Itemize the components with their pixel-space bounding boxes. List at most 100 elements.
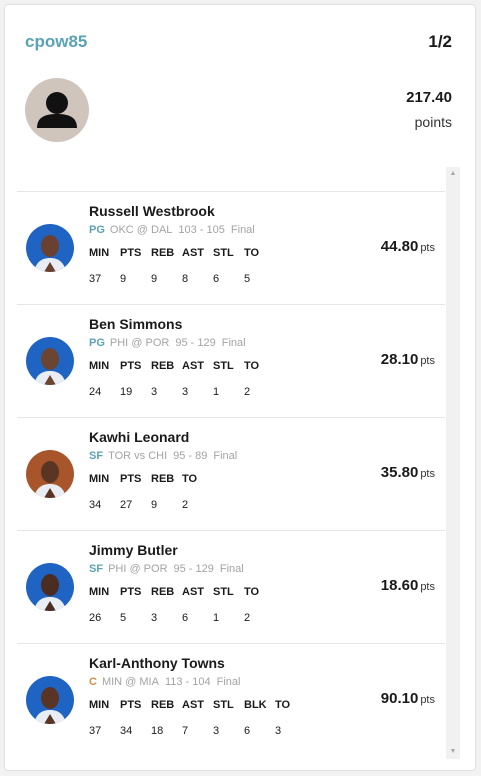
- stat-header: AST: [182, 247, 204, 259]
- player-list[interactable]: Russell Westbrook PG OKC @ DAL 103 - 105 Fin…: [17, 167, 445, 759]
- player-row[interactable]: Russell Westbrook PG OKC @ DAL 103 - 105 Fin…: [17, 191, 445, 304]
- matchup: MIN @ MIA: [101, 676, 159, 688]
- arrow-down-icon[interactable]: ▼: [446, 745, 460, 759]
- stat-header: AST: [182, 699, 204, 711]
- stat-value: 1: [213, 386, 220, 398]
- stat-header: PTS: [120, 586, 142, 598]
- stat-value: 6: [213, 273, 220, 285]
- player-points-value: 28.10: [380, 351, 419, 368]
- game-status: Final: [216, 676, 241, 688]
- stat-header: MIN: [89, 473, 110, 485]
- game-score: 95 - 129: [175, 337, 216, 349]
- stat-header: STL: [213, 586, 234, 598]
- game-score: 95 - 89: [173, 450, 208, 462]
- player-name[interactable]: Russell Westbrook: [89, 203, 215, 219]
- player-points-unit: pts: [420, 242, 435, 254]
- matchup: PHI @ POR: [108, 563, 168, 575]
- stat-value: 34: [120, 725, 133, 737]
- stat-value: 3: [275, 725, 282, 737]
- stat-header: REB: [151, 247, 175, 259]
- stat-value: 1: [213, 612, 220, 624]
- stat-header: REB: [151, 473, 175, 485]
- stat-header: PTS: [120, 360, 142, 372]
- stat-value: 5: [120, 612, 127, 624]
- total-points-label: points: [414, 114, 452, 130]
- matchup: OKC @ DAL: [109, 224, 173, 236]
- total-points-value: 217.40: [406, 89, 452, 106]
- stat-header: PTS: [120, 473, 142, 485]
- stat-value: 3: [151, 386, 158, 398]
- game-info: SF PHI @ POR 95 - 129 Final: [89, 563, 244, 575]
- game-score: 113 - 104: [164, 676, 211, 688]
- stat-value: 7: [182, 725, 189, 737]
- player-points: 90.10 pts: [381, 690, 435, 708]
- stat-value: 3: [151, 612, 158, 624]
- stat-value: 18: [151, 725, 164, 737]
- stat-value: 6: [244, 725, 251, 737]
- stat-header: TO: [275, 699, 291, 711]
- player-headshot-icon: [26, 224, 74, 272]
- stat-header: MIN: [89, 586, 110, 598]
- stat-value: 3: [182, 386, 189, 398]
- player-headshot-icon: [26, 676, 74, 724]
- position-badge: SF: [89, 450, 104, 462]
- stat-header: AST: [182, 586, 204, 598]
- stat-header: STL: [213, 699, 234, 711]
- player-name[interactable]: Kawhi Leonard: [89, 429, 189, 445]
- game-status: Final: [219, 563, 244, 575]
- stat-value: 6: [182, 612, 189, 624]
- player-points: 18.60 pts: [381, 577, 435, 595]
- stat-table: MIN PTS REB AST STL TO 26 5 3 6 1 2: [89, 586, 275, 630]
- stat-value: 19: [120, 386, 133, 398]
- stat-header: BLK: [244, 699, 267, 711]
- player-headshot-icon: [26, 450, 74, 498]
- stat-table: MIN PTS REB AST STL TO 37 9 9 8 6 5: [89, 247, 275, 291]
- stat-value: 2: [244, 612, 251, 624]
- game-info: PG OKC @ DAL 103 - 105 Final: [89, 224, 255, 236]
- position-badge: SF: [89, 563, 104, 575]
- player-points-value: 90.10: [380, 690, 419, 707]
- stat-header: AST: [182, 360, 204, 372]
- player-name[interactable]: Ben Simmons: [89, 316, 182, 332]
- stat-table: MIN PTS REB AST STL BLK TO 37 34 18 7 3 6 3: [89, 699, 306, 743]
- player-points-value: 18.60: [380, 577, 419, 594]
- stat-value: 24: [89, 386, 102, 398]
- stat-header: STL: [213, 247, 234, 259]
- player-name[interactable]: Jimmy Butler: [89, 542, 178, 558]
- player-points-unit: pts: [420, 468, 435, 480]
- player-row[interactable]: Karl-Anthony Towns C MIN @ MIA 113 - 104 Fin…: [17, 643, 445, 756]
- username-link[interactable]: cpow85: [25, 32, 87, 52]
- player-headshot-icon: [26, 337, 74, 385]
- game-info: C MIN @ MIA 113 - 104 Final: [89, 676, 240, 688]
- game-score: 103 - 105: [178, 224, 225, 236]
- stat-header: REB: [151, 360, 175, 372]
- game-info: PG PHI @ POR 95 - 129 Final: [89, 337, 246, 349]
- stat-value: 3: [213, 725, 220, 737]
- matchup: PHI @ POR: [109, 337, 170, 349]
- stat-value: 2: [244, 386, 251, 398]
- scrollbar[interactable]: ▲ ▼: [446, 167, 460, 759]
- stat-header: PTS: [120, 247, 142, 259]
- player-name[interactable]: Karl-Anthony Towns: [89, 655, 225, 671]
- game-status: Final: [213, 450, 238, 462]
- player-row[interactable]: Kawhi Leonard SF TOR vs CHI 95 - 89 Final MIN…: [17, 417, 445, 530]
- game-info: SF TOR vs CHI 95 - 89 Final: [89, 450, 237, 462]
- stat-value: 37: [89, 273, 102, 285]
- player-points-value: 44.80: [380, 238, 419, 255]
- player-row[interactable]: Jimmy Butler SF PHI @ POR 95 - 129 Final MIN P…: [17, 530, 445, 643]
- stat-value: 26: [89, 612, 102, 624]
- stat-value: 27: [120, 499, 133, 511]
- position-badge: PG: [89, 224, 105, 236]
- total-points: 217.40 points: [406, 89, 452, 130]
- stat-value: 34: [89, 499, 102, 511]
- game-score: 95 - 129: [173, 563, 214, 575]
- stat-header: REB: [151, 699, 175, 711]
- stat-header: TO: [244, 360, 260, 372]
- stat-value: 2: [182, 499, 189, 511]
- arrow-up-icon[interactable]: ▲: [446, 167, 460, 181]
- stat-header: TO: [244, 586, 260, 598]
- lineup-card: cpow85 1/2 217.40 points Russell Westbro…: [4, 4, 476, 771]
- player-row[interactable]: Ben Simmons PG PHI @ POR 95 - 129 Final MIN PT…: [17, 304, 445, 417]
- stat-header: MIN: [89, 247, 110, 259]
- player-headshot-icon: [26, 563, 74, 611]
